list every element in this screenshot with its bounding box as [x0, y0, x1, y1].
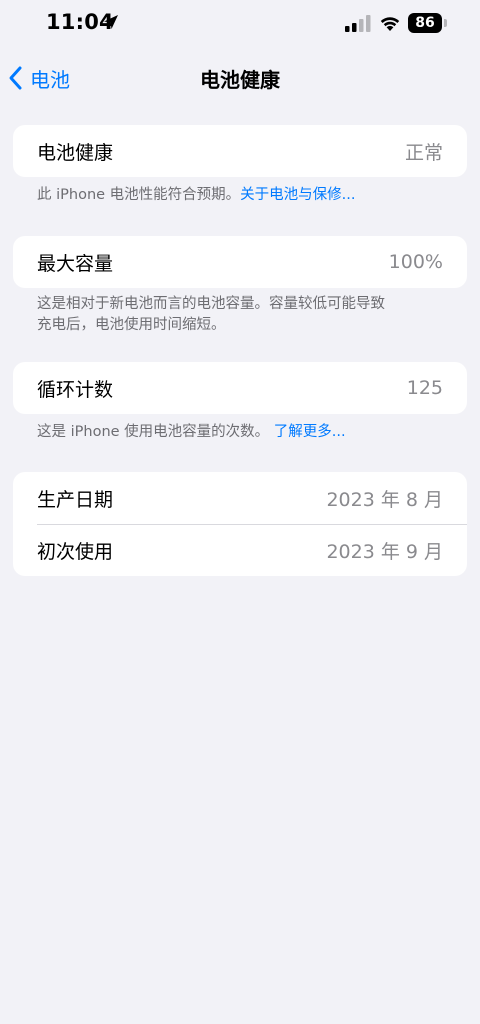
cycle-count-value: 125 — [406, 377, 443, 399]
maximum-capacity-label: 最大容量 — [37, 252, 114, 275]
cycle-count-label: 循环计数 — [37, 378, 114, 401]
manufacture-date-row: 生产日期 2023 年 8 月 — [13, 472, 467, 524]
page-title: 电池健康 — [200, 68, 280, 92]
battery-health-footer: 此 iPhone 电池性能符合预期。关于电池与保修... — [37, 185, 437, 206]
cycle-count-group: 循环计数 125 — [13, 362, 467, 414]
cellular-signal-icon — [345, 15, 371, 32]
battery-level: 86 — [408, 13, 442, 33]
manufacture-date-label: 生产日期 — [37, 488, 114, 511]
battery-health-footer-text: 此 iPhone 电池性能符合预期。 — [37, 187, 241, 203]
battery-tip — [444, 19, 447, 27]
first-use-row: 初次使用 2023 年 9 月 — [13, 524, 467, 576]
first-use-value: 2023 年 9 月 — [326, 540, 443, 563]
battery-warranty-link[interactable]: 关于电池与保修... — [240, 187, 355, 203]
battery-health-value: 正常 — [404, 141, 443, 164]
learn-more-link[interactable]: 了解更多... — [274, 424, 346, 440]
battery-health-row: 电池健康 正常 — [13, 125, 467, 177]
maximum-capacity-footer-line1: 这是相对于新电池而言的电池容量。容量较低可能导致 — [37, 296, 385, 312]
battery-dates-group: 生产日期 2023 年 8 月 初次使用 2023 年 9 月 — [13, 472, 467, 576]
battery-health-group: 电池健康 正常 — [13, 125, 467, 177]
maximum-capacity-footer-line2: 充电后，电池使用时间缩短。 — [37, 317, 226, 333]
cycle-count-footer: 这是 iPhone 使用电池容量的次数。 了解更多... — [37, 422, 437, 443]
cycle-count-row: 循环计数 125 — [13, 362, 467, 414]
maximum-capacity-footer: 这是相对于新电池而言的电池容量。容量较低可能导致 充电后，电池使用时间缩短。 — [37, 294, 437, 336]
first-use-label: 初次使用 — [37, 540, 114, 563]
navigation-bar: 电池 电池健康 — [0, 56, 480, 100]
location-arrow-icon — [104, 15, 118, 29]
manufacture-date-value: 2023 年 8 月 — [326, 488, 443, 511]
maximum-capacity-row: 最大容量 100% — [13, 236, 467, 288]
cycle-count-footer-text: 这是 iPhone 使用电池容量的次数。 — [37, 424, 270, 440]
wifi-icon — [380, 17, 400, 31]
battery-health-label: 电池健康 — [37, 141, 114, 164]
battery-icon: 86 — [408, 13, 448, 33]
maximum-capacity-value: 100% — [388, 251, 443, 273]
status-bar: 11:04 86 — [0, 0, 480, 48]
maximum-capacity-group: 最大容量 100% — [13, 236, 467, 288]
